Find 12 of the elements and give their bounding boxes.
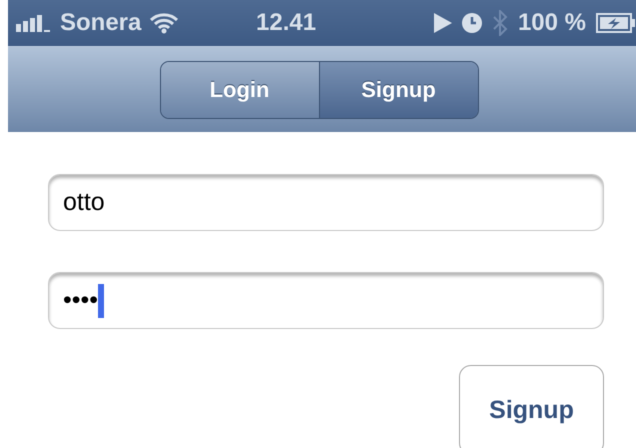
battery-percent: 100 %: [518, 9, 586, 37]
input-field[interactable]: otto: [48, 174, 604, 231]
signup-button[interactable]: Signup: [459, 365, 604, 448]
wifi-icon: [149, 12, 180, 34]
play-icon: [434, 13, 452, 33]
input-field[interactable]: ••••: [48, 272, 604, 329]
clock-time: 12.41: [256, 9, 316, 36]
segment-tab[interactable]: Signup: [318, 62, 478, 118]
battery-charging-icon: [596, 13, 636, 33]
carrier-name: Sonera: [60, 9, 142, 37]
signal-icon: [16, 14, 52, 32]
alarm-clock-icon: [462, 13, 482, 33]
